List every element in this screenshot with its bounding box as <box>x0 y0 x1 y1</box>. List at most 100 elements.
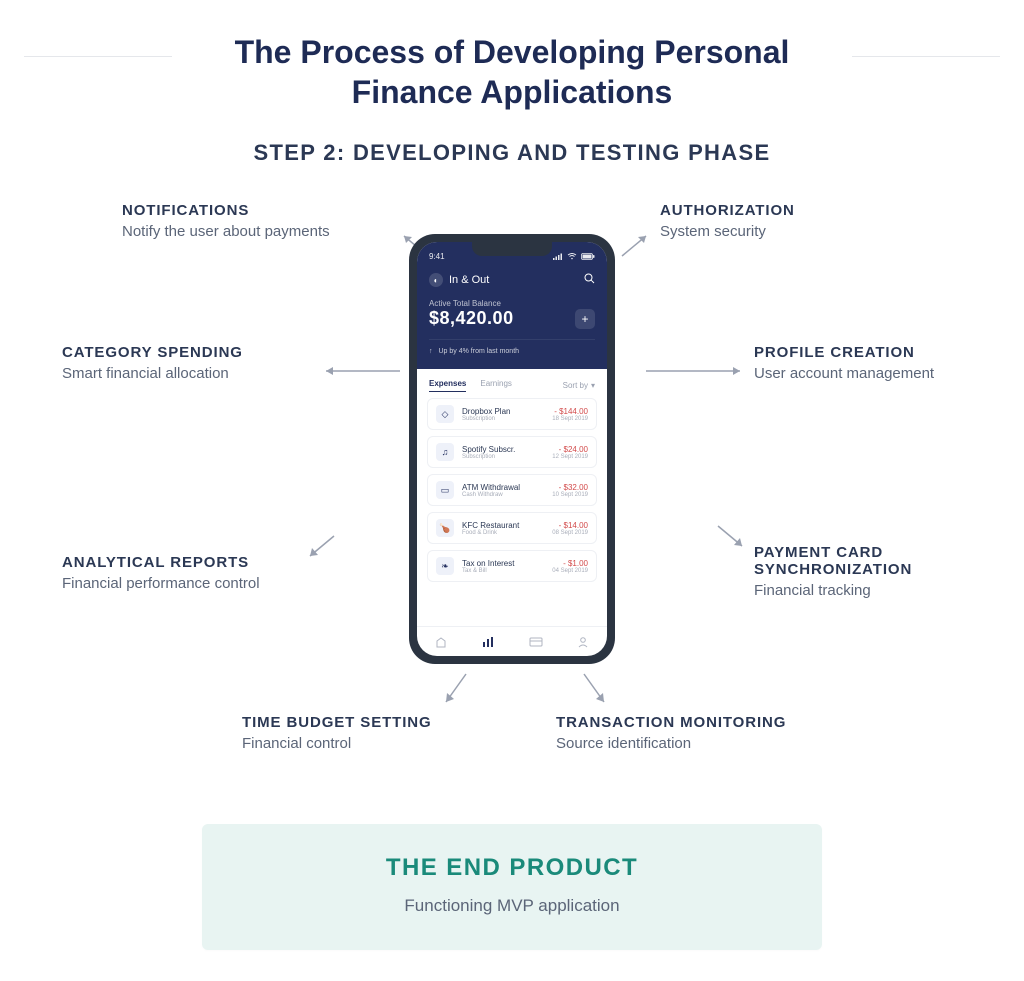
feature-title: AUTHORIZATION <box>660 202 795 219</box>
arrow-icon <box>308 534 338 560</box>
item-amount: - $1.00 <box>552 559 588 568</box>
app-header: 9:41 ◐ In & Out <box>417 242 607 369</box>
feature-authorization: AUTHORIZATION System security <box>660 202 795 240</box>
tabs-left: Expenses Earnings <box>429 379 512 392</box>
item-name: ATM Withdrawal <box>462 483 544 492</box>
dropbox-icon: ◇ <box>436 405 454 423</box>
feature-sub: Financial tracking <box>754 582 1000 599</box>
item-date: 04 Sept 2019 <box>552 568 588 574</box>
feature-title: TRANSACTION MONITORING <box>556 714 786 731</box>
item-category: Subscription <box>462 416 544 422</box>
feature-transaction-monitoring: TRANSACTION MONITORING Source identifica… <box>556 714 786 752</box>
search-icon[interactable] <box>584 273 595 287</box>
arrow-icon <box>442 672 472 706</box>
item-amount: - $144.00 <box>552 407 588 416</box>
trend-text: Up by 4% from last month <box>439 348 520 355</box>
item-name: KFC Restaurant <box>462 521 544 530</box>
phone-notch <box>472 242 552 256</box>
end-product-card: THE END PRODUCT Functioning MVP applicat… <box>202 824 822 950</box>
tab-earnings[interactable]: Earnings <box>480 379 512 392</box>
add-button[interactable]: + <box>575 309 595 329</box>
feature-title: PROFILE CREATION <box>754 344 934 361</box>
app-name: In & Out <box>449 274 489 286</box>
item-category: Cash Withdraw <box>462 492 544 498</box>
feature-time-budget: TIME BUDGET SETTING Financial control <box>242 714 432 752</box>
item-amount: - $14.00 <box>552 521 588 530</box>
arrow-icon <box>620 234 650 260</box>
balance-row: $8,420.00 + <box>429 308 595 329</box>
feature-category-spending: CATEGORY SPENDING Smart financial alloca… <box>62 344 243 382</box>
user-icon[interactable] <box>576 635 590 649</box>
page: The Process of Developing Personal Finan… <box>0 0 1024 981</box>
tab-expenses[interactable]: Expenses <box>429 379 466 392</box>
balance-trend: ↑ Up by 4% from last month <box>429 339 595 355</box>
app-title-row: ◐ In & Out <box>429 273 595 287</box>
feature-title: PAYMENT CARD SYNCHRONIZATION <box>754 544 1000 578</box>
feature-title: CATEGORY SPENDING <box>62 344 243 361</box>
card-icon[interactable] <box>529 635 543 649</box>
arrow-icon <box>324 364 404 378</box>
item-amount: - $32.00 <box>552 483 588 492</box>
end-title: THE END PRODUCT <box>222 854 802 882</box>
arrow-icon <box>716 524 746 550</box>
status-indicators <box>553 252 595 261</box>
item-category: Food & Drink <box>462 530 544 536</box>
transaction-list: ◇ Dropbox PlanSubscription - $144.0018 S… <box>417 398 607 626</box>
end-sub: Functioning MVP application <box>222 896 802 916</box>
page-title: The Process of Developing Personal Finan… <box>192 32 832 112</box>
feature-notifications: NOTIFICATIONS Notify the user about paym… <box>122 202 330 240</box>
feature-sub: User account management <box>754 365 934 382</box>
list-item[interactable]: ▭ ATM WithdrawalCash Withdraw - $32.0010… <box>427 474 597 506</box>
list-item[interactable]: ◇ Dropbox PlanSubscription - $144.0018 S… <box>427 398 597 430</box>
feature-title: TIME BUDGET SETTING <box>242 714 432 731</box>
feature-sub: Financial performance control <box>62 575 260 592</box>
feature-payment-card-sync: PAYMENT CARD SYNCHRONIZATION Financial t… <box>754 544 1000 599</box>
sort-label: Sort by <box>563 381 588 390</box>
list-item[interactable]: ♫ Spotify Subscr.Subscription - $24.0012… <box>427 436 597 468</box>
item-category: Tax & Bill <box>462 568 544 574</box>
app-name-wrap: ◐ In & Out <box>429 273 489 287</box>
diagram-area: NOTIFICATIONS Notify the user about paym… <box>24 174 1000 814</box>
phone-screen: 9:41 ◐ In & Out <box>417 242 607 656</box>
item-date: 18 Sept 2019 <box>552 416 588 422</box>
status-time: 9:41 <box>429 252 445 261</box>
feature-analytical-reports: ANALYTICAL REPORTS Financial performance… <box>62 554 260 592</box>
feature-title: ANALYTICAL REPORTS <box>62 554 260 571</box>
wallet-icon: ▭ <box>436 481 454 499</box>
home-icon[interactable] <box>434 635 448 649</box>
leaf-icon: ❧ <box>436 557 454 575</box>
list-item[interactable]: 🍗 KFC RestaurantFood & Drink - $14.0008 … <box>427 512 597 544</box>
page-subtitle: STEP 2: DEVELOPING AND TESTING PHASE <box>24 140 1000 166</box>
phone-mockup: 9:41 ◐ In & Out <box>409 234 615 664</box>
item-date: 08 Sept 2019 <box>552 530 588 536</box>
feature-sub: Financial control <box>242 735 432 752</box>
arrow-icon <box>644 364 744 378</box>
balance-value: $8,420.00 <box>429 308 514 329</box>
feature-sub: System security <box>660 223 795 240</box>
feature-sub: Smart financial allocation <box>62 365 243 382</box>
trend-up-icon: ↑ <box>429 348 433 355</box>
wifi-icon <box>567 253 577 260</box>
item-date: 10 Sept 2019 <box>552 492 588 498</box>
item-category: Subscription <box>462 454 544 460</box>
item-name: Dropbox Plan <box>462 407 544 416</box>
feature-sub: Source identification <box>556 735 786 752</box>
battery-icon <box>581 253 595 260</box>
music-icon: ♫ <box>436 443 454 461</box>
chevron-down-icon: ▾ <box>591 381 595 390</box>
arrow-icon <box>580 672 610 706</box>
title-row: The Process of Developing Personal Finan… <box>24 32 1000 112</box>
divider-left <box>24 56 172 57</box>
item-name: Spotify Subscr. <box>462 445 544 454</box>
item-amount: - $24.00 <box>552 445 588 454</box>
list-item[interactable]: ❧ Tax on InterestTax & Bill - $1.0004 Se… <box>427 550 597 582</box>
sort-button[interactable]: Sort by ▾ <box>563 381 595 390</box>
divider-right <box>852 56 1000 57</box>
signal-icon <box>553 253 563 260</box>
item-date: 12 Sept 2019 <box>552 454 588 460</box>
bottom-nav <box>417 626 607 656</box>
food-icon: 🍗 <box>436 519 454 537</box>
feature-sub: Notify the user about payments <box>122 223 330 240</box>
balance-label: Active Total Balance <box>429 299 595 308</box>
chart-icon[interactable] <box>481 635 495 649</box>
